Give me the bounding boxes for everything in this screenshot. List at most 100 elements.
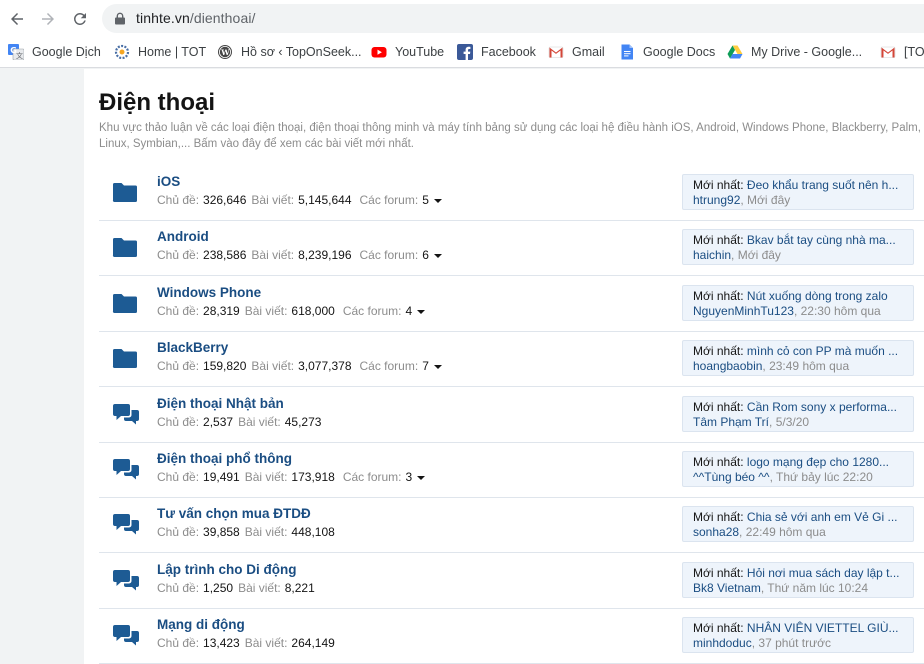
chat-bubbles-icon [112, 457, 139, 481]
bookmark-label: Home | TOT [138, 45, 207, 59]
node-title[interactable]: BlackBerry [157, 340, 228, 355]
node-title[interactable]: Điện thoại phổ thông [157, 451, 292, 466]
node-title[interactable]: Mạng di động [157, 617, 245, 632]
folder-icon [112, 291, 138, 315]
latest-post-title[interactable]: Đeo khẩu trang suốt nên h... [747, 178, 898, 192]
google-drive-icon [727, 44, 743, 60]
subforums-dropdown[interactable]: Các forum: 5 [360, 193, 442, 207]
subforums-dropdown[interactable]: Các forum: 6 [360, 248, 442, 262]
latest-post-user[interactable]: Tâm Phạm Trí [693, 415, 769, 429]
latest-post-box: Mới nhất: Đeo khẩu trang suốt nên h... h… [682, 174, 914, 210]
chat-bubbles-icon [112, 512, 139, 536]
latest-post-user[interactable]: Bk8 Vietnam [693, 581, 761, 595]
back-button[interactable] [6, 8, 28, 30]
node-stats: Chủ đề: 326,646 Bài viết: 5,145,644 Các … [157, 193, 442, 207]
google-docs-icon [619, 44, 635, 60]
bookmark-label: Google Docs [643, 45, 716, 59]
forward-button[interactable] [37, 8, 59, 30]
threads-count: 28,319 [203, 303, 240, 318]
latest-post-title[interactable]: Chia sẻ với anh em Vẻ Gi ... [747, 510, 898, 524]
latest-post-time: Mới đây [737, 248, 781, 263]
browser-toolbar: tinhte.vn/dienthoai/ [0, 0, 924, 36]
address-bar[interactable]: tinhte.vn/dienthoai/ [102, 4, 924, 33]
bookmark-to[interactable]: [TO [880, 42, 924, 62]
bookmark-gmail[interactable]: Gmail [548, 42, 605, 62]
forums-label: Các forum: [359, 248, 419, 263]
node-title[interactable]: Windows Phone [157, 285, 261, 300]
threads-label: Chủ đề: [157, 470, 200, 484]
node-title[interactable]: Lập trình cho Di động [157, 562, 296, 577]
subforums-dropdown[interactable]: Các forum: 4 [343, 303, 426, 318]
subforums-dropdown[interactable]: Các forum: 3 [343, 470, 426, 484]
arrow-left-icon [11, 13, 23, 25]
posts-label: Bài viết: [251, 359, 295, 374]
node-title[interactable]: Android [157, 229, 209, 244]
forums-count: 4 [405, 303, 413, 318]
threads-count: 238,586 [203, 248, 247, 263]
threads-count: 19,491 [203, 470, 240, 484]
latest-post-user[interactable]: hoangbaobin [693, 359, 762, 373]
bookmark-home-tot[interactable]: Home | TOT [114, 42, 206, 62]
forums-label: Các forum: [359, 193, 419, 207]
latest-post-title[interactable]: Hỏi nơi mua sách day lập t... [747, 566, 900, 580]
reload-button[interactable] [69, 8, 91, 30]
latest-post-user[interactable]: minhdoduc [693, 636, 752, 650]
settings-icon [114, 44, 130, 60]
threads-count: 2,537 [203, 414, 234, 429]
latest-post-time: 22:30 hôm qua [800, 303, 881, 318]
subforums-dropdown[interactable]: Các forum: 7 [360, 359, 442, 373]
bookmark-label: Gmail [572, 45, 605, 59]
url-host: tinhte.vn [136, 10, 190, 26]
bookmark-google-docs[interactable]: Google Docs [619, 42, 715, 62]
forum-node: Điện thoại phổ thông Chủ đề: 19,491 Bài … [99, 443, 924, 498]
bookmark-label: Google Dịch [32, 45, 101, 59]
latest-label: Mới nhất: [693, 621, 744, 636]
posts-label: Bài viết: [238, 580, 281, 595]
node-title[interactable]: iOS [157, 174, 180, 189]
bookmark-facebook[interactable]: Facebook [457, 42, 536, 62]
latest-post-title[interactable]: Cần Rom sony x performa... [747, 400, 897, 414]
threads-label: Chủ đề: [157, 636, 200, 651]
latest-post-title[interactable]: logo mạng đẹp cho 1280... [747, 455, 889, 469]
latest-post-user[interactable]: ^^Tùng béo ^^ [693, 470, 770, 484]
posts-count: 448,108 [291, 525, 335, 540]
node-stats: Chủ đề: 159,820 Bài viết: 3,077,378 Các … [157, 359, 442, 373]
posts-count: 5,145,644 [298, 193, 352, 207]
bookmark-toponseek[interactable]: W Hồ sơ ‹ TopOnSeek... [217, 42, 362, 62]
posts-count: 8,221 [284, 580, 315, 595]
svg-text:W: W [220, 48, 230, 57]
bookmark-google-translate[interactable]: G文 Google Dịch [8, 42, 101, 62]
threads-label: Chủ đề: [157, 303, 200, 318]
forums-count: 6 [422, 248, 429, 263]
threads-count: 326,646 [203, 193, 247, 207]
threads-label: Chủ đề: [157, 580, 200, 595]
latest-label: Mới nhất: [693, 510, 744, 525]
latest-post-user[interactable]: NguyenMinhTu123 [693, 304, 794, 318]
node-stats: Chủ đề: 13,423 Bài viết: 264,149 [157, 636, 340, 650]
latest-post-user[interactable]: sonha28 [693, 525, 739, 539]
threads-count: 13,423 [203, 636, 240, 651]
posts-count: 8,239,196 [298, 248, 352, 263]
posts-count: 173,918 [291, 470, 335, 484]
chat-bubbles-icon [112, 402, 139, 426]
latest-post-user[interactable]: haichin [693, 248, 731, 262]
posts-label: Bài viết: [251, 248, 295, 263]
latest-label: Mới nhất: [693, 565, 744, 580]
latest-post-user[interactable]: htrung92 [693, 193, 740, 207]
lock-icon [115, 12, 125, 25]
gmail-icon [548, 44, 564, 60]
node-title[interactable]: Điện thoại Nhật bản [157, 396, 284, 411]
page-description[interactable]: Khu vực thảo luận về các loại điện thoại… [99, 121, 924, 152]
bookmark-youtube[interactable]: YouTube [371, 42, 444, 62]
threads-count: 1,250 [203, 580, 234, 595]
node-title[interactable]: Tư vấn chọn mua ĐTDĐ [157, 506, 311, 521]
forum-node: Lập trình cho Di động Chủ đề: 1,250 Bài … [99, 554, 924, 609]
latest-post-title[interactable]: Nút xuống dòng trong zalo [747, 289, 888, 303]
latest-post-title[interactable]: mình cỏ con PP mà muốn ... [747, 344, 898, 358]
chat-bubbles-icon [112, 623, 139, 647]
bookmark-my-drive[interactable]: My Drive - Google... [727, 42, 862, 62]
url-text: tinhte.vn/dienthoai/ [136, 10, 256, 26]
latest-post-title[interactable]: Bkav bắt tay cùng nhà ma... [747, 233, 896, 247]
gmail-icon [880, 44, 896, 60]
latest-post-title[interactable]: NHÂN VIÊN VIETTEL GIÙ... [747, 621, 899, 635]
